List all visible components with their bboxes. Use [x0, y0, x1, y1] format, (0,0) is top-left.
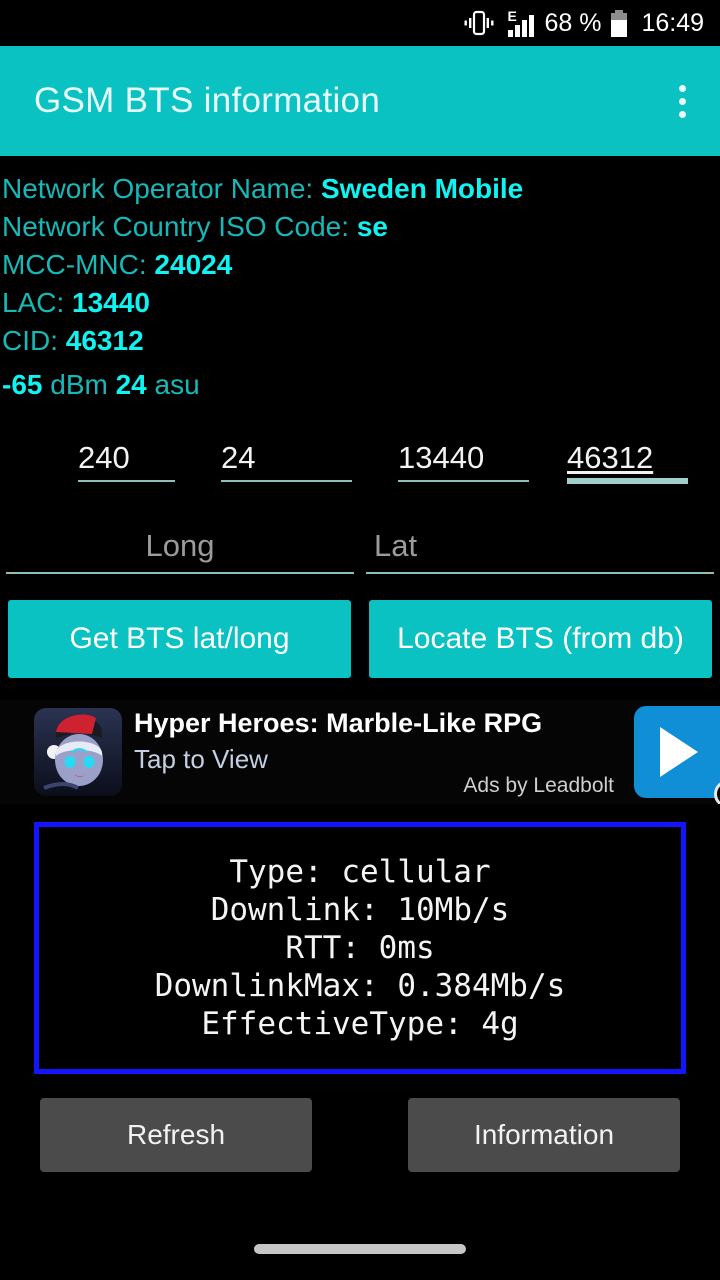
info-value-operator: Sweden Mobile [321, 173, 524, 204]
lat-input[interactable]: Lat [366, 516, 714, 578]
lac-input-underline [398, 480, 529, 482]
info-label-iso: Network Country ISO Code: [2, 211, 357, 242]
info-line-signal: -65 dBm 24 asu [2, 366, 718, 404]
netbox-line-downlinkmax: DownlinkMax: 0.384Mb/s [154, 968, 566, 1004]
info-line-lac: LAC: 13440 [2, 284, 718, 322]
lac-input[interactable]: 13440 [360, 430, 533, 488]
info-value-lac: 13440 [72, 287, 150, 318]
refresh-button[interactable]: Refresh [40, 1098, 312, 1172]
home-indicator-pill[interactable] [254, 1244, 466, 1254]
get-bts-latlong-button[interactable]: Get BTS lat/long [8, 600, 351, 678]
mnc-input-value: 24 [221, 440, 256, 475]
long-input[interactable]: Long [6, 516, 354, 578]
info-line-iso: Network Country ISO Code: se [2, 208, 718, 246]
netbox-line-effectivetype: EffectiveType: 4g [201, 1006, 519, 1042]
battery-percent-label: 68 % [544, 8, 602, 37]
status-bar-clock: 16:49 [641, 8, 704, 37]
secondary-actions-row: Refresh Information [0, 1098, 720, 1172]
page-title: GSM BTS information [34, 81, 381, 120]
info-label-mccmnc: MCC-MNC: [2, 249, 155, 280]
ad-attribution: Ads by Leadbolt [463, 774, 614, 797]
info-label-lac: LAC: [2, 287, 73, 318]
cid-input[interactable]: 46312 [537, 430, 710, 488]
ad-banner[interactable]: Hyper Heroes: Marble-Like RPG Tap to Vie… [0, 700, 720, 804]
network-details-box: Type: cellular Downlink: 10Mb/s RTT: 0ms… [34, 822, 686, 1074]
info-value-cid: 46312 [65, 325, 144, 356]
cid-input-underline-focused [567, 478, 688, 484]
info-value-mccmnc: 24024 [154, 249, 233, 280]
mcc-input[interactable]: 240 [6, 430, 179, 488]
app-screen: E 68 % 16:49 GSM BTS information Network… [0, 0, 720, 1280]
info-label-operator: Network Operator Name: [2, 173, 321, 204]
info-line-operator: Network Operator Name: Sweden Mobile [2, 170, 718, 208]
play-button-icon[interactable] [634, 706, 720, 804]
coordinates-row: Long Lat [0, 516, 720, 578]
long-input-underline [6, 572, 354, 574]
signal-bars-icon: E [506, 8, 535, 37]
mnc-input[interactable]: 24 [183, 430, 356, 488]
ad-text-block: Hyper Heroes: Marble-Like RPG Tap to Vie… [134, 706, 542, 776]
primary-actions-row: Get BTS lat/long Locate BTS (from db) [0, 600, 720, 678]
overflow-menu-icon[interactable] [667, 75, 698, 128]
status-bar: E 68 % 16:49 [0, 0, 720, 46]
netbox-line-downlink: Downlink: 10Mb/s [210, 892, 510, 928]
ad-subtitle[interactable]: Tap to View [134, 742, 542, 776]
app-bar: GSM BTS information [0, 46, 720, 156]
lat-input-placeholder: Lat [374, 528, 418, 563]
cid-input-value: 46312 [567, 440, 654, 475]
network-type-label: E [507, 8, 517, 24]
lac-input-value: 13440 [398, 440, 485, 475]
info-line-cid: CID: 46312 [2, 322, 718, 360]
info-value-iso: se [356, 211, 388, 242]
lat-input-underline [366, 572, 714, 574]
system-nav-bar [0, 1218, 720, 1280]
mcc-input-value: 240 [78, 440, 130, 475]
info-line-mccmnc: MCC-MNC: 24024 [2, 246, 718, 284]
mnc-input-underline [221, 480, 352, 482]
information-button[interactable]: Information [408, 1098, 680, 1172]
hyper-heroes-app-icon [34, 708, 122, 796]
info-label-cid: CID: [2, 325, 66, 356]
signal-dbm-unit: dBm [50, 369, 108, 400]
netbox-line-rtt: RTT: 0ms [285, 930, 435, 966]
vibrate-icon [462, 9, 496, 37]
mcc-input-underline [78, 480, 175, 482]
signal-asu-unit: asu [154, 369, 200, 400]
ad-info-badge-icon[interactable] [714, 780, 720, 804]
locate-bts-button[interactable]: Locate BTS (from db) [369, 600, 712, 678]
battery-icon [611, 9, 628, 37]
long-input-placeholder: Long [145, 528, 215, 563]
ad-title: Hyper Heroes: Marble-Like RPG [134, 708, 543, 738]
netbox-line-type: Type: cellular [229, 854, 491, 890]
signal-dbm-value: -65 [2, 369, 43, 400]
cell-id-fields-row: 240 24 13440 46312 [0, 430, 720, 488]
signal-asu-value: 24 [115, 369, 147, 400]
network-info-block: Network Operator Name: Sweden Mobile Net… [0, 156, 720, 404]
